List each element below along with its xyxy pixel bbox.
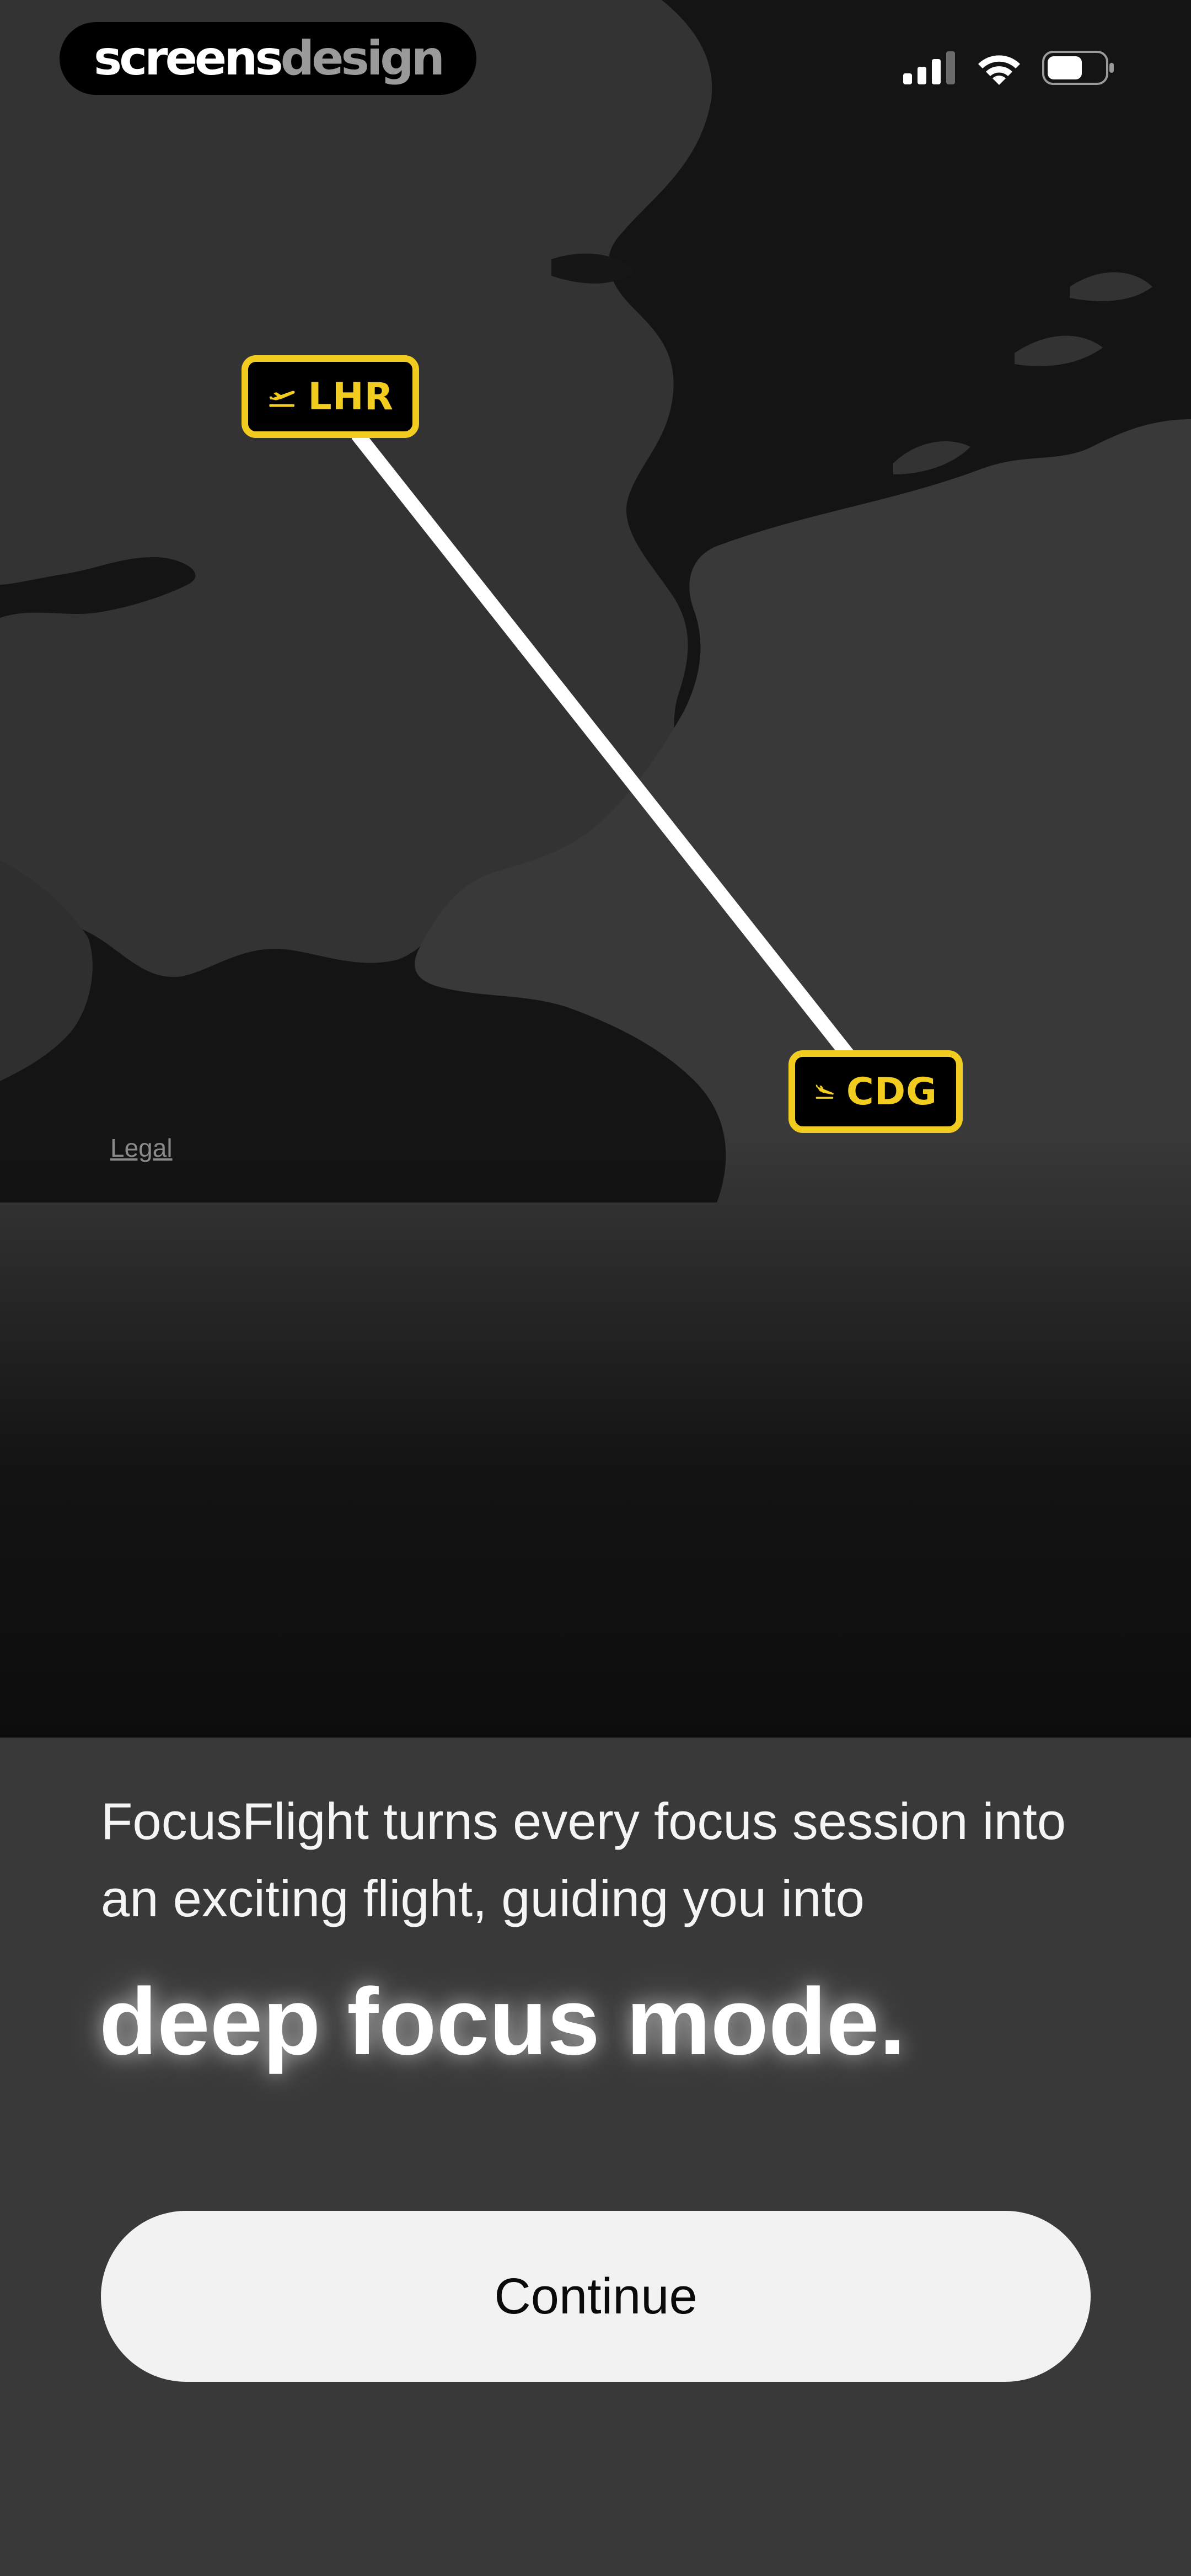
battery-icon <box>1042 51 1114 85</box>
plane-landing-icon <box>816 1084 834 1099</box>
origin-airport-code: LHR <box>308 375 394 419</box>
cellular-signal-icon <box>903 51 955 84</box>
map-legal-link[interactable]: Legal <box>110 1133 173 1163</box>
onboarding-headline: deep focus mode. <box>99 1969 906 2075</box>
continue-button[interactable]: Continue <box>101 2211 1091 2382</box>
brand-logo: screens design <box>60 22 476 95</box>
onboarding-intro-text: FocusFlight turns every focus session in… <box>101 1792 1066 1927</box>
brand-part-2: design <box>280 31 445 86</box>
onboarding-screen: screens design LHR CDG Legal FocusFlight… <box>0 0 1191 2576</box>
plane-takeoff-icon <box>269 391 295 407</box>
route-map[interactable] <box>0 0 1191 2576</box>
origin-airport-badge[interactable]: LHR <box>242 355 419 438</box>
destination-airport-code: CDG <box>846 1070 937 1114</box>
brand-part-1: screens <box>94 31 283 86</box>
destination-airport-badge[interactable]: CDG <box>788 1050 963 1133</box>
status-bar-icons <box>903 43 1115 93</box>
wifi-icon <box>978 55 1020 85</box>
